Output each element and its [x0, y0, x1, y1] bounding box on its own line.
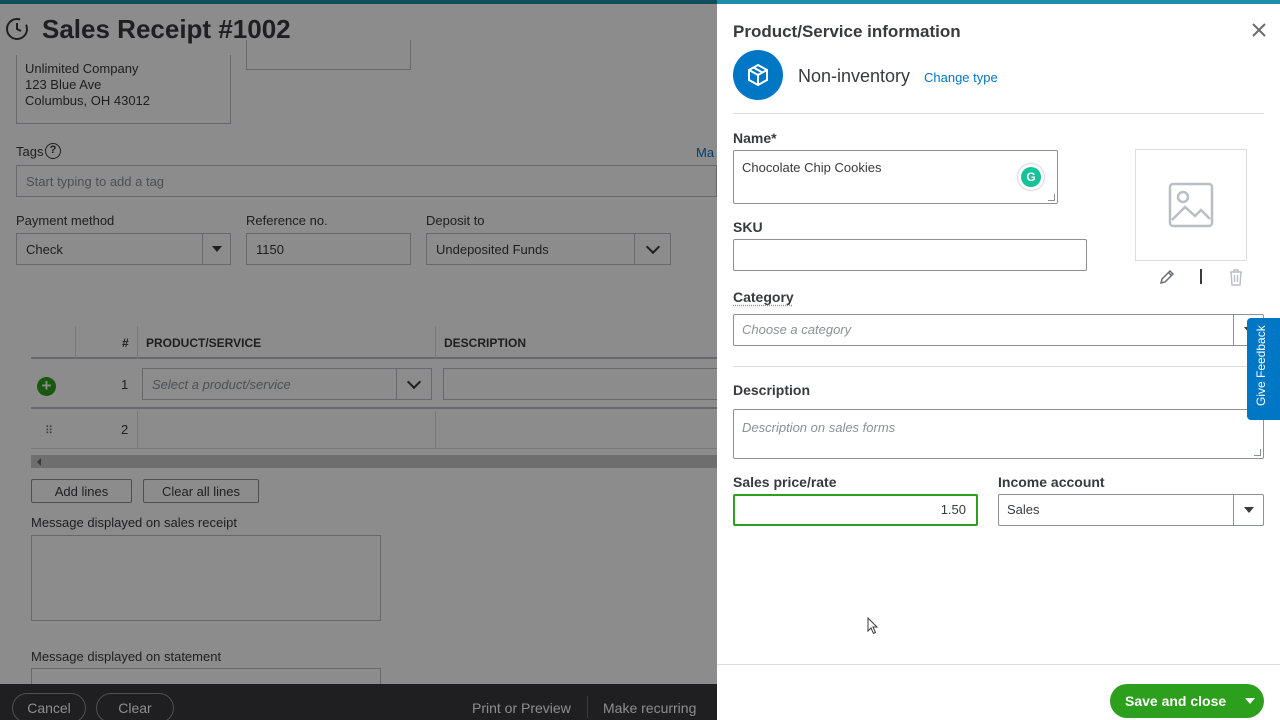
name-label: Name*	[733, 130, 777, 146]
category-label: Category	[733, 289, 794, 305]
sales-price-label: Sales price/rate	[733, 474, 837, 490]
close-icon[interactable]	[1249, 20, 1269, 40]
divider	[733, 113, 1264, 114]
sales-price-input[interactable]: 1.50	[733, 494, 978, 526]
modal-overlay[interactable]	[0, 0, 717, 720]
category-placeholder: Choose a category	[742, 322, 851, 337]
name-field[interactable]: Chocolate Chip Cookies G	[733, 150, 1058, 204]
category-select[interactable]: Choose a category	[733, 314, 1264, 346]
item-type-label: Non-inventory	[798, 66, 910, 87]
drawer-title: Product/Service information	[733, 22, 961, 42]
resize-handle-icon[interactable]	[1254, 449, 1261, 456]
caret-down-icon[interactable]	[1233, 495, 1263, 525]
give-feedback-tab[interactable]: Give Feedback	[1247, 318, 1280, 420]
footer-divider	[717, 664, 1280, 665]
product-service-drawer: Product/Service information Non-inventor…	[717, 4, 1280, 720]
image-tools	[1157, 267, 1247, 287]
tool-separator	[1200, 269, 1202, 284]
resize-handle-icon[interactable]	[1048, 194, 1055, 201]
income-account-select[interactable]: Sales	[998, 494, 1264, 526]
mouse-cursor-icon	[867, 617, 879, 635]
product-image-placeholder[interactable]	[1135, 149, 1247, 261]
caret-down-icon[interactable]	[1235, 684, 1264, 718]
change-type-link[interactable]: Change type	[924, 70, 998, 85]
box-icon	[745, 62, 771, 88]
edit-pencil-icon[interactable]	[1159, 269, 1175, 285]
divider	[733, 366, 1264, 367]
save-and-close-button[interactable]: Save and close	[1110, 684, 1264, 718]
sku-label: SKU	[733, 219, 763, 235]
trash-icon[interactable]	[1228, 269, 1244, 286]
description-label: Description	[733, 382, 810, 398]
grammarly-icon[interactable]: G	[1018, 164, 1044, 190]
image-placeholder-icon	[1168, 182, 1214, 228]
non-inventory-type-icon	[733, 50, 783, 100]
description-placeholder: Description on sales forms	[742, 420, 895, 435]
sku-input[interactable]	[733, 239, 1087, 271]
income-account-label: Income account	[998, 474, 1105, 490]
description-textarea[interactable]: Description on sales forms	[733, 409, 1264, 459]
give-feedback-label: Give Feedback	[1254, 325, 1268, 406]
save-and-close-label: Save and close	[1125, 693, 1226, 709]
income-account-value: Sales	[1007, 502, 1040, 517]
name-value: Chocolate Chip Cookies	[742, 160, 881, 175]
